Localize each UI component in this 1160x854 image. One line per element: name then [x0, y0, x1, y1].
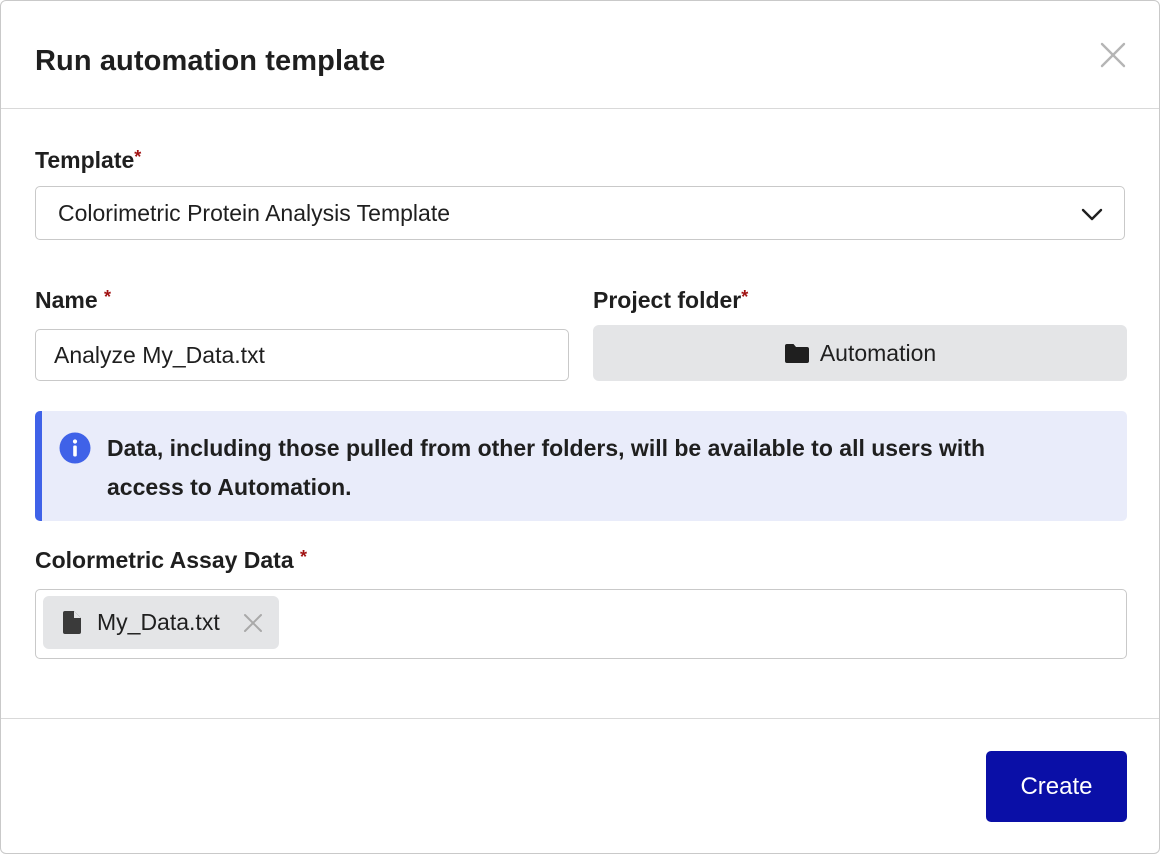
name-label-text: Name: [35, 287, 98, 313]
required-marker: *: [134, 147, 142, 167]
close-icon: [1100, 42, 1126, 68]
file-icon: [63, 611, 81, 634]
project-folder-label-text: Project folder: [593, 287, 742, 313]
dialog-body: Template* Colorimetric Protein Analysis …: [1, 109, 1159, 718]
create-button[interactable]: Create: [986, 751, 1127, 822]
assay-data-label-text: Colormetric Assay Data: [35, 547, 294, 573]
project-folder-value: Automation: [819, 339, 937, 366]
info-icon: [59, 432, 91, 464]
info-banner: Data, including those pulled from other …: [35, 411, 1127, 521]
template-label: Template*: [35, 145, 141, 175]
name-label: Name *: [35, 285, 111, 315]
close-button[interactable]: [1099, 41, 1127, 69]
file-chip-label: My_Data.txt: [97, 609, 220, 635]
chevron-down-icon: [1081, 208, 1103, 221]
required-marker: *: [300, 547, 308, 567]
run-automation-dialog: Run automation template Template* Colori…: [0, 0, 1160, 854]
required-marker: *: [104, 287, 112, 307]
assay-data-label: Colormetric Assay Data *: [35, 545, 307, 575]
file-chip: My_Data.txt: [43, 596, 279, 649]
dialog-title: Run automation template: [35, 45, 386, 77]
required-marker: *: [741, 287, 749, 307]
template-select[interactable]: Colorimetric Protein Analysis Template: [35, 186, 1125, 240]
name-input[interactable]: [35, 329, 569, 381]
project-folder-button[interactable]: Automation: [593, 325, 1127, 381]
template-selected-value: Colorimetric Protein Analysis Template: [58, 200, 451, 226]
dialog-footer: Create: [1, 718, 1159, 853]
dialog-header: Run automation template: [1, 1, 1159, 109]
remove-file-icon[interactable]: [243, 613, 263, 633]
folder-icon: [784, 343, 809, 363]
assay-data-file-input[interactable]: My_Data.txt: [35, 589, 1127, 659]
template-label-text: Template: [35, 147, 135, 173]
info-message: Data, including those pulled from other …: [107, 435, 985, 500]
project-folder-label: Project folder*: [593, 285, 748, 315]
